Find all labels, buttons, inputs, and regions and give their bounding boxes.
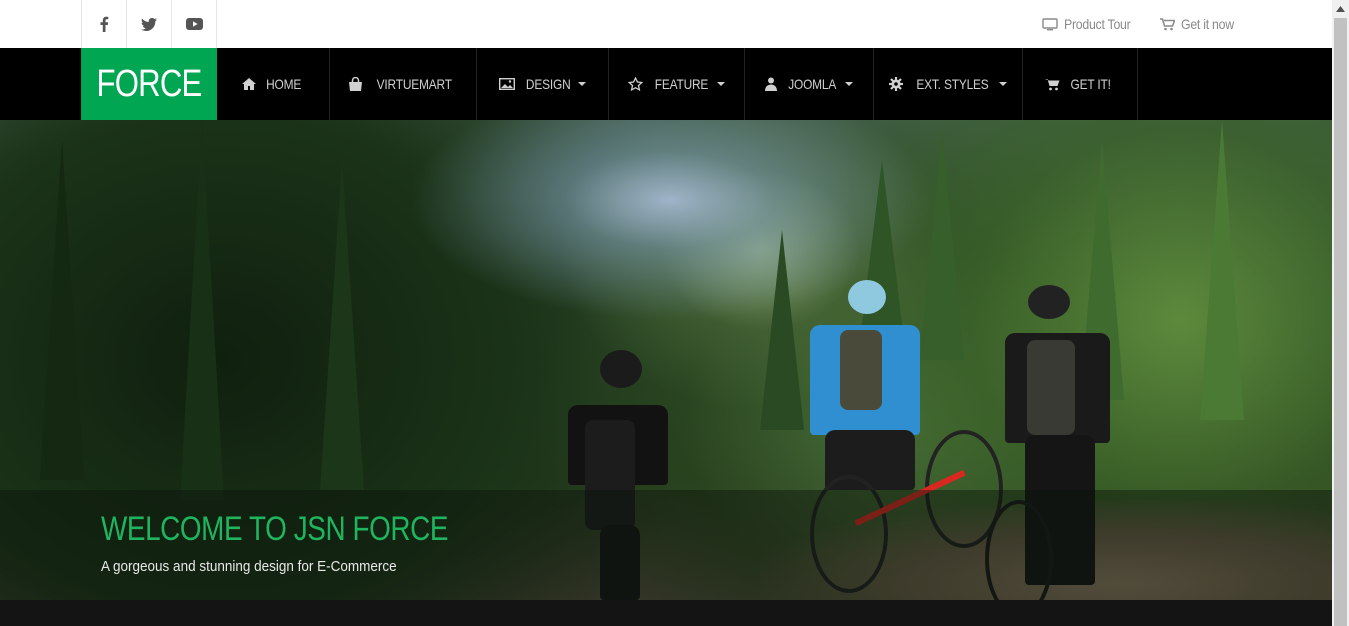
user-icon xyxy=(765,77,778,91)
chevron-down-icon xyxy=(578,82,587,86)
chevron-down-icon xyxy=(844,82,853,86)
hero-tree xyxy=(760,230,804,430)
menu-label: VIRTUEMART xyxy=(376,76,452,92)
twitter-link[interactable] xyxy=(127,0,172,48)
hero-title: WELCOME TO JSN FORCE xyxy=(101,510,449,548)
hero-subtitle: A gorgeous and stunning design for E-Com… xyxy=(101,558,397,575)
gear-icon xyxy=(889,77,904,91)
twitter-icon xyxy=(141,17,157,31)
social-links xyxy=(81,0,217,48)
menu-label: FEATURE xyxy=(654,76,709,92)
scroll-up-arrow-icon[interactable] xyxy=(1332,0,1349,17)
menu-item-home[interactable]: HOME xyxy=(217,48,330,120)
image-icon xyxy=(498,78,515,90)
menu-item-virtuemart[interactable]: VIRTUEMART xyxy=(330,48,477,120)
hero-banner: WELCOME TO JSN FORCE A gorgeous and stun… xyxy=(0,120,1332,600)
top-links: Product Tour Get it now xyxy=(1042,0,1241,48)
product-tour-label: Product Tour xyxy=(1064,16,1131,32)
get-it-now-label: Get it now xyxy=(1180,16,1234,32)
hero-tree xyxy=(40,140,84,480)
chevron-down-icon xyxy=(998,82,1007,86)
product-tour-link[interactable]: Product Tour xyxy=(1042,16,1140,32)
youtube-link[interactable] xyxy=(172,0,217,48)
facebook-icon xyxy=(100,16,109,32)
logo-text: FORCE xyxy=(96,62,203,105)
menu-item-get-it[interactable]: GET IT! xyxy=(1023,48,1138,120)
hero-tree xyxy=(180,120,224,500)
menu-label: GET IT! xyxy=(1070,76,1112,92)
cart-icon xyxy=(1159,17,1175,30)
vertical-scrollbar[interactable] xyxy=(1332,0,1349,626)
menu-label: EXT. STYLES xyxy=(916,76,989,92)
get-it-now-link[interactable]: Get it now xyxy=(1159,16,1241,32)
content-strip xyxy=(0,600,1332,626)
home-icon xyxy=(241,78,256,90)
facebook-link[interactable] xyxy=(82,0,127,48)
monitor-icon xyxy=(1042,17,1059,30)
hero-tree xyxy=(1200,120,1244,420)
menu-label: DESIGN xyxy=(525,76,571,92)
main-menu: HOME VIRTUEMART DESIGN FEATURE JOOMLA EX… xyxy=(217,48,1138,120)
menu-item-design[interactable]: DESIGN xyxy=(477,48,609,120)
cart-icon xyxy=(1045,78,1060,90)
menu-item-feature[interactable]: FEATURE xyxy=(609,48,745,120)
star-icon xyxy=(628,77,644,91)
menu-item-ext-styles[interactable]: EXT. STYLES xyxy=(874,48,1023,120)
menu-item-joomla[interactable]: JOOMLA xyxy=(745,48,874,120)
scrollbar-thumb[interactable] xyxy=(1334,18,1347,626)
shopping-bag-icon xyxy=(348,77,362,91)
chevron-down-icon xyxy=(716,82,725,86)
menu-label: JOOMLA xyxy=(788,76,837,92)
hero-tree xyxy=(920,130,964,360)
menu-label: HOME xyxy=(265,76,302,92)
main-navbar: FORCE HOME VIRTUEMART DESIGN FEATURE JOO… xyxy=(0,48,1332,120)
hero-tree xyxy=(320,160,364,490)
youtube-icon xyxy=(185,18,203,30)
site-logo[interactable]: FORCE xyxy=(81,48,217,120)
top-bar: Product Tour Get it now xyxy=(0,0,1332,48)
